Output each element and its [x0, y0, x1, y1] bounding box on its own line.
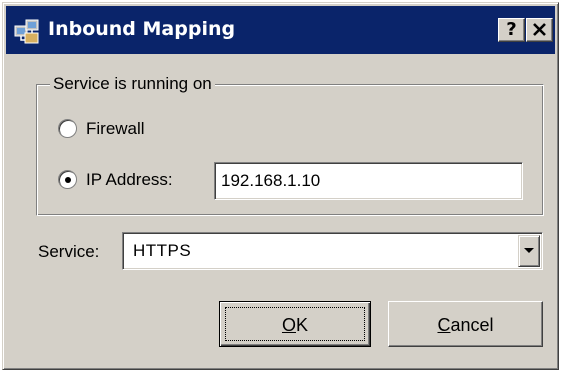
ok-button[interactable]: OK — [219, 301, 371, 347]
ip-address-input[interactable] — [214, 162, 523, 200]
service-dropdown[interactable]: HTTPS — [122, 232, 543, 270]
service-selected-value: HTTPS — [133, 241, 192, 260]
cancel-mnemonic: C — [437, 315, 451, 335]
help-icon: ? — [506, 19, 517, 40]
radio-firewall-label[interactable]: Firewall — [86, 117, 145, 141]
dropdown-button[interactable] — [518, 235, 540, 267]
close-button[interactable] — [526, 18, 553, 42]
radio-ip-address-circle[interactable] — [58, 170, 77, 189]
chevron-down-icon — [524, 248, 534, 253]
radio-firewall-circle[interactable] — [58, 119, 77, 138]
help-button[interactable]: ? — [498, 18, 525, 42]
cancel-button[interactable]: Cancel — [388, 301, 543, 347]
title-bar[interactable]: Inbound Mapping ? — [6, 6, 555, 54]
network-mapping-icon — [14, 19, 39, 44]
ok-mnemonic: O — [281, 315, 296, 335]
radio-selected-dot — [65, 177, 71, 183]
close-icon — [533, 23, 546, 36]
radio-ip-address-label[interactable]: IP Address: — [86, 168, 173, 192]
group-legend: Service is running on — [50, 73, 215, 95]
cancel-label-rest: ancel — [450, 315, 494, 335]
ok-label-rest: K — [296, 315, 309, 335]
service-label: Service: — [38, 242, 100, 261]
dialog-title: Inbound Mapping — [48, 18, 236, 40]
